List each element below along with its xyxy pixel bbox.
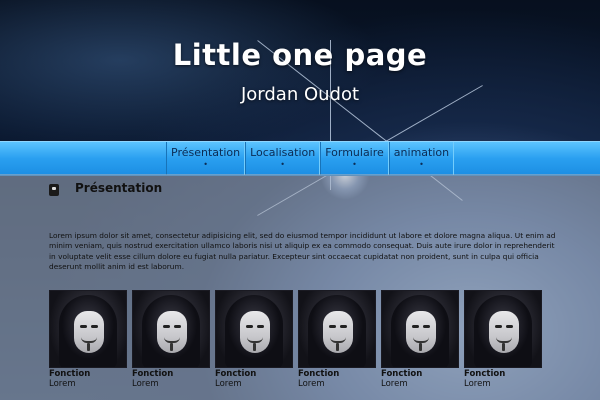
card-subtitle: Lorem	[464, 379, 491, 389]
masked-person-image	[215, 290, 293, 368]
card-subtitle: Lorem	[298, 379, 325, 389]
page-title: Little one page	[172, 38, 428, 72]
team-card[interactable]: Fonction Lorem	[215, 290, 293, 389]
card-subtitle: Lorem	[132, 379, 159, 389]
team-card[interactable]: Fonction Lorem	[132, 290, 210, 389]
user-card-icon	[49, 184, 59, 196]
page-header: Little one page Jordan Oudot	[0, 0, 600, 140]
team-card[interactable]: Fonction Lorem	[298, 290, 376, 389]
card-subtitle: Lorem	[49, 379, 76, 389]
nav-item-animation[interactable]: animation •	[388, 142, 455, 175]
team-card[interactable]: Fonction Lorem	[49, 290, 127, 389]
card-row: Fonction Lorem Fonction Lorem Fonction L…	[49, 290, 547, 389]
nav-bar: Présentation • Localisation • Formulaire…	[0, 141, 600, 176]
masked-person-image	[132, 290, 210, 368]
nav-dot: •	[280, 160, 285, 169]
card-title: Fonction	[49, 369, 91, 379]
masked-person-image	[298, 290, 376, 368]
nav-item-label: Formulaire	[325, 146, 384, 159]
nav-item-label: Présentation	[171, 146, 241, 159]
masked-person-image	[49, 290, 127, 368]
card-title: Fonction	[464, 369, 506, 379]
card-title: Fonction	[215, 369, 257, 379]
nav-item-formulaire[interactable]: Formulaire •	[320, 142, 389, 175]
nav-item-presentation[interactable]: Présentation •	[166, 142, 246, 175]
card-title: Fonction	[298, 369, 340, 379]
card-subtitle: Lorem	[215, 379, 242, 389]
nav-item-label: animation	[393, 146, 450, 159]
nav-dot: •	[203, 160, 208, 169]
nav-dot: •	[419, 160, 424, 169]
nav-item-localisation[interactable]: Localisation •	[245, 142, 321, 175]
card-title: Fonction	[381, 369, 423, 379]
masked-person-image	[381, 290, 459, 368]
card-subtitle: Lorem	[381, 379, 408, 389]
nav-items: Présentation • Localisation • Formulaire…	[166, 142, 455, 175]
team-card[interactable]: Fonction Lorem	[464, 290, 542, 389]
nav-item-label: Localisation	[250, 146, 316, 159]
masked-person-image	[464, 290, 542, 368]
team-card[interactable]: Fonction Lorem	[381, 290, 459, 389]
section-body-text: Lorem ipsum dolor sit amet, consectetur …	[49, 231, 556, 271]
section-title: Présentation	[75, 181, 163, 195]
page-subtitle: Jordan Oudot	[240, 84, 360, 105]
card-title: Fonction	[132, 369, 174, 379]
nav-dot: •	[352, 160, 357, 169]
